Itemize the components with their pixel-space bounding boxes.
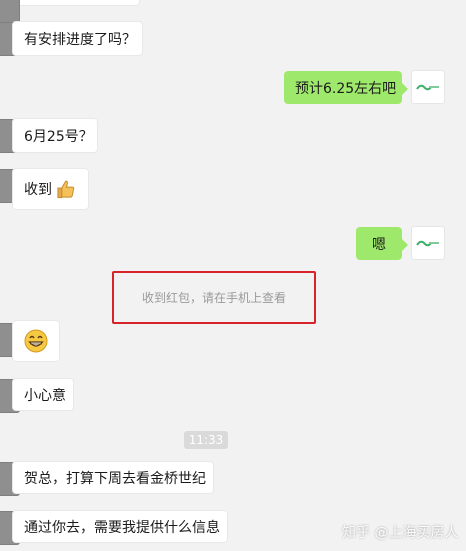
- message-bubble-clipped: [12, 0, 140, 6]
- timestamp: 11:33: [184, 431, 228, 449]
- message-bubble[interactable]: 小心意: [12, 378, 74, 411]
- message-bubble[interactable]: [12, 320, 60, 362]
- message-text: 收到: [24, 182, 52, 198]
- message-bubble[interactable]: 收到: [12, 168, 89, 210]
- message-text: 有安排进度了吗？: [24, 31, 136, 48]
- message-bubble[interactable]: 通过你去，需要我提供什么信息: [12, 510, 228, 543]
- grinning-face-emoji-icon: [24, 329, 48, 353]
- my-avatar[interactable]: [411, 70, 445, 104]
- message-text: 小心意: [24, 387, 66, 404]
- message-text: 预计6.25左右吧: [295, 80, 397, 97]
- red-packet-notice-text: 收到红包，请在手机上查看: [141, 291, 286, 305]
- message-bubble-own[interactable]: 嗯: [356, 227, 408, 260]
- logo-icon: [416, 84, 439, 91]
- message-text: 通过你去，需要我提供什么信息: [24, 519, 220, 536]
- message-text: 嗯: [372, 236, 386, 253]
- watermark: 知乎 @上海买房人: [342, 525, 459, 541]
- thumbs-up-emoji-icon: [57, 180, 75, 199]
- my-avatar[interactable]: [411, 226, 445, 260]
- message-bubble[interactable]: 贺总，打算下周去看金桥世纪: [12, 461, 214, 494]
- message-bubble-own[interactable]: 预计6.25左右吧: [284, 71, 408, 104]
- red-packet-notice: 收到红包，请在手机上查看: [112, 271, 316, 324]
- message-text: 6月25号？: [24, 128, 93, 145]
- message-bubble[interactable]: 有安排进度了吗？: [12, 21, 143, 56]
- message-bubble[interactable]: 6月25号？: [12, 118, 98, 153]
- logo-icon: [416, 240, 439, 247]
- message-text: 贺总，打算下周去看金桥世纪: [24, 470, 206, 487]
